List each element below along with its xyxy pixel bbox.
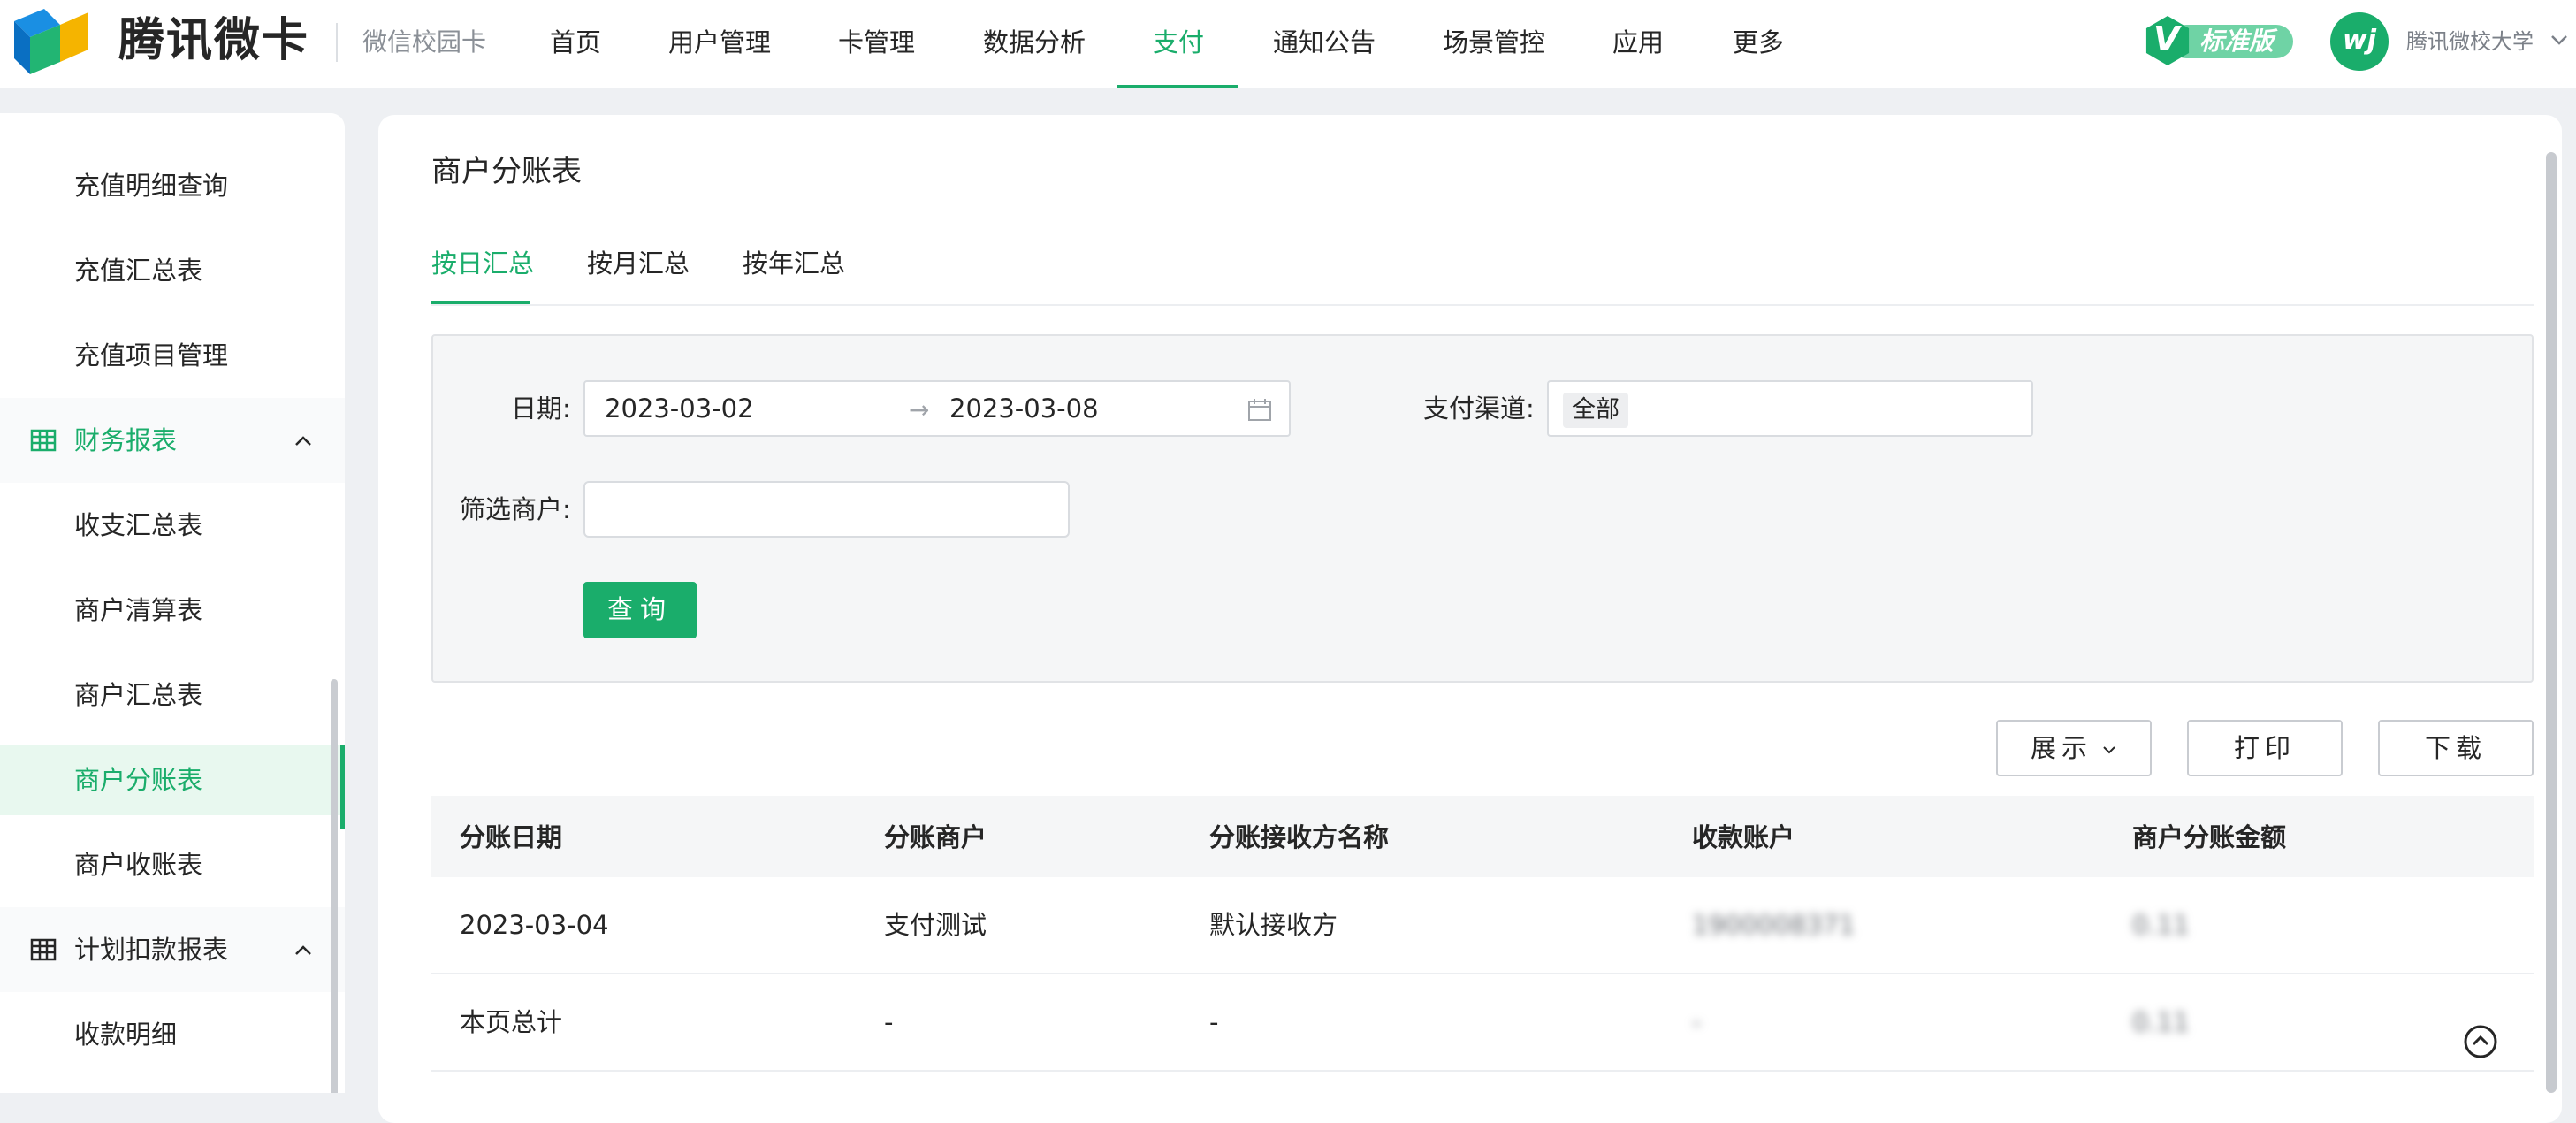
column-header-receiver-name: 分账接收方名称: [1209, 822, 1390, 852]
table-cell-account: 1900008371: [1692, 910, 1856, 940]
tab-daily-summary[interactable]: 按日汇总: [431, 246, 534, 281]
table-cell-merchant: 支付测试: [884, 910, 987, 940]
sidebar-item-recharge-summary[interactable]: 充值汇总表: [0, 228, 345, 313]
table-cell-date: 2023-03-04: [460, 910, 609, 940]
sidebar-item-merchant-receipts[interactable]: 商户收账表: [0, 822, 345, 907]
sidebar-scrollbar[interactable]: [331, 679, 338, 1093]
sidebar-item-merchant-clearing[interactable]: 商户清算表: [0, 568, 345, 653]
sidebar-item-collection-detail[interactable]: 收款明细: [0, 992, 345, 1077]
print-button[interactable]: 打印: [2187, 720, 2343, 776]
tab-monthly-summary[interactable]: 按月汇总: [587, 246, 690, 281]
merchant-filter-input[interactable]: [583, 481, 1070, 538]
download-button[interactable]: 下载: [2378, 720, 2534, 776]
sidebar-item-recharge-detail[interactable]: 充值明细查询: [0, 143, 345, 228]
column-header-split-date: 分账日期: [460, 822, 563, 852]
sidebar: 充值明细查询 充值汇总表 充值项目管理 财务报表 收支汇总表 商户清算表 商户汇…: [0, 113, 345, 1093]
date-start[interactable]: 2023-03-02: [605, 393, 754, 424]
back-to-top-icon[interactable]: [2463, 1024, 2498, 1059]
table-cell-amount: 0.11: [2132, 910, 2190, 940]
nav-notice[interactable]: 通知公告: [1273, 0, 1376, 88]
tencent-weika-logo-icon[interactable]: [14, 9, 104, 76]
sidebar-group-plan-deduction[interactable]: 计划扣款报表: [0, 907, 345, 992]
v-letter-icon: V: [2153, 19, 2180, 58]
sidebar-item-merchant-split[interactable]: 商户分账表: [0, 745, 345, 829]
table-icon: [30, 429, 57, 452]
page-title: 商户分账表: [431, 154, 582, 189]
payment-channel-select[interactable]: 全部: [1547, 380, 2033, 437]
nav-more[interactable]: 更多: [1733, 0, 1784, 88]
sidebar-item-recharge-projects[interactable]: 充值项目管理: [0, 313, 345, 398]
edition-badge[interactable]: V 标准版: [2143, 16, 2295, 65]
top-navigation-bar: 腾讯微卡 微信校园卡 首页 用户管理 卡管理 数据分析 支付 通知公告 场景管控…: [0, 0, 2576, 88]
date-label: 日期:: [511, 393, 571, 424]
table-row: 2023-03-04 支付测试 默认接收方 1900008371 0.11: [431, 877, 2534, 974]
org-name[interactable]: 腾讯微校大学: [2406, 27, 2534, 57]
sidebar-group-label: 计划扣款报表: [74, 935, 229, 965]
chevron-up-icon[interactable]: [292, 939, 315, 962]
avatar[interactable]: wj: [2330, 12, 2389, 71]
calendar-icon[interactable]: [1246, 396, 1273, 423]
chevron-down-icon[interactable]: [2549, 30, 2569, 50]
logo-divider: [336, 23, 338, 62]
query-button[interactable]: 查询: [583, 582, 697, 638]
tab-divider: [431, 304, 2534, 306]
column-header-split-merchant: 分账商户: [884, 822, 987, 852]
display-button[interactable]: 展示: [1996, 720, 2152, 776]
table-cell-merchant: -: [884, 1007, 894, 1037]
sidebar-group-label: 财务报表: [74, 425, 178, 455]
date-range-arrow: →: [909, 395, 930, 424]
nav-scene-control[interactable]: 场景管控: [1443, 0, 1545, 88]
nav-user-management[interactable]: 用户管理: [668, 0, 771, 88]
tab-yearly-summary[interactable]: 按年汇总: [743, 246, 845, 281]
sidebar-item-income-expense-summary[interactable]: 收支汇总表: [0, 483, 345, 568]
sidebar-group-finance-reports[interactable]: 财务报表: [0, 398, 345, 483]
table-header: 分账日期 分账商户 分账接收方名称 收款账户 商户分账金额: [431, 796, 2534, 877]
nav-apps[interactable]: 应用: [1612, 0, 1664, 88]
logo-text[interactable]: 腾讯微卡: [118, 12, 309, 69]
column-header-split-amount: 商户分账金额: [2132, 822, 2287, 852]
logo-subtitle: 微信校园卡: [362, 27, 487, 57]
display-button-label: 展示: [2030, 733, 2092, 763]
nav-card-management[interactable]: 卡管理: [838, 0, 915, 88]
nav-home[interactable]: 首页: [550, 0, 601, 88]
date-range-picker[interactable]: 2023-03-02 → 2023-03-08: [583, 380, 1291, 437]
chevron-up-icon[interactable]: [292, 430, 315, 453]
nav-payment[interactable]: 支付: [1153, 0, 1204, 88]
table-icon: [30, 938, 57, 961]
main-scrollbar[interactable]: [2546, 152, 2557, 1093]
column-header-receiving-account: 收款账户: [1692, 822, 1795, 852]
sidebar-item-merchant-summary[interactable]: 商户汇总表: [0, 653, 345, 737]
channel-chip[interactable]: 全部: [1563, 393, 1628, 428]
chevron-down-icon: [2103, 746, 2115, 754]
table-row-page-total: 本页总计 - - - 0.11: [431, 974, 2534, 1072]
date-end[interactable]: 2023-03-08: [949, 393, 1099, 424]
nav-data-analysis[interactable]: 数据分析: [983, 0, 1086, 88]
table-cell-account: -: [1692, 1007, 1702, 1037]
table-cell-total-label: 本页总计: [460, 1007, 563, 1037]
channel-label: 支付渠道:: [1423, 393, 1535, 424]
nav-active-underline: [1117, 85, 1238, 88]
table-cell-receiver: 默认接收方: [1209, 910, 1338, 940]
edition-badge-label: 标准版: [2199, 27, 2275, 56]
table-cell-receiver: -: [1209, 1007, 1219, 1037]
table-cell-amount: 0.11: [2132, 1007, 2190, 1037]
merchant-filter-label: 筛选商户:: [460, 494, 571, 524]
